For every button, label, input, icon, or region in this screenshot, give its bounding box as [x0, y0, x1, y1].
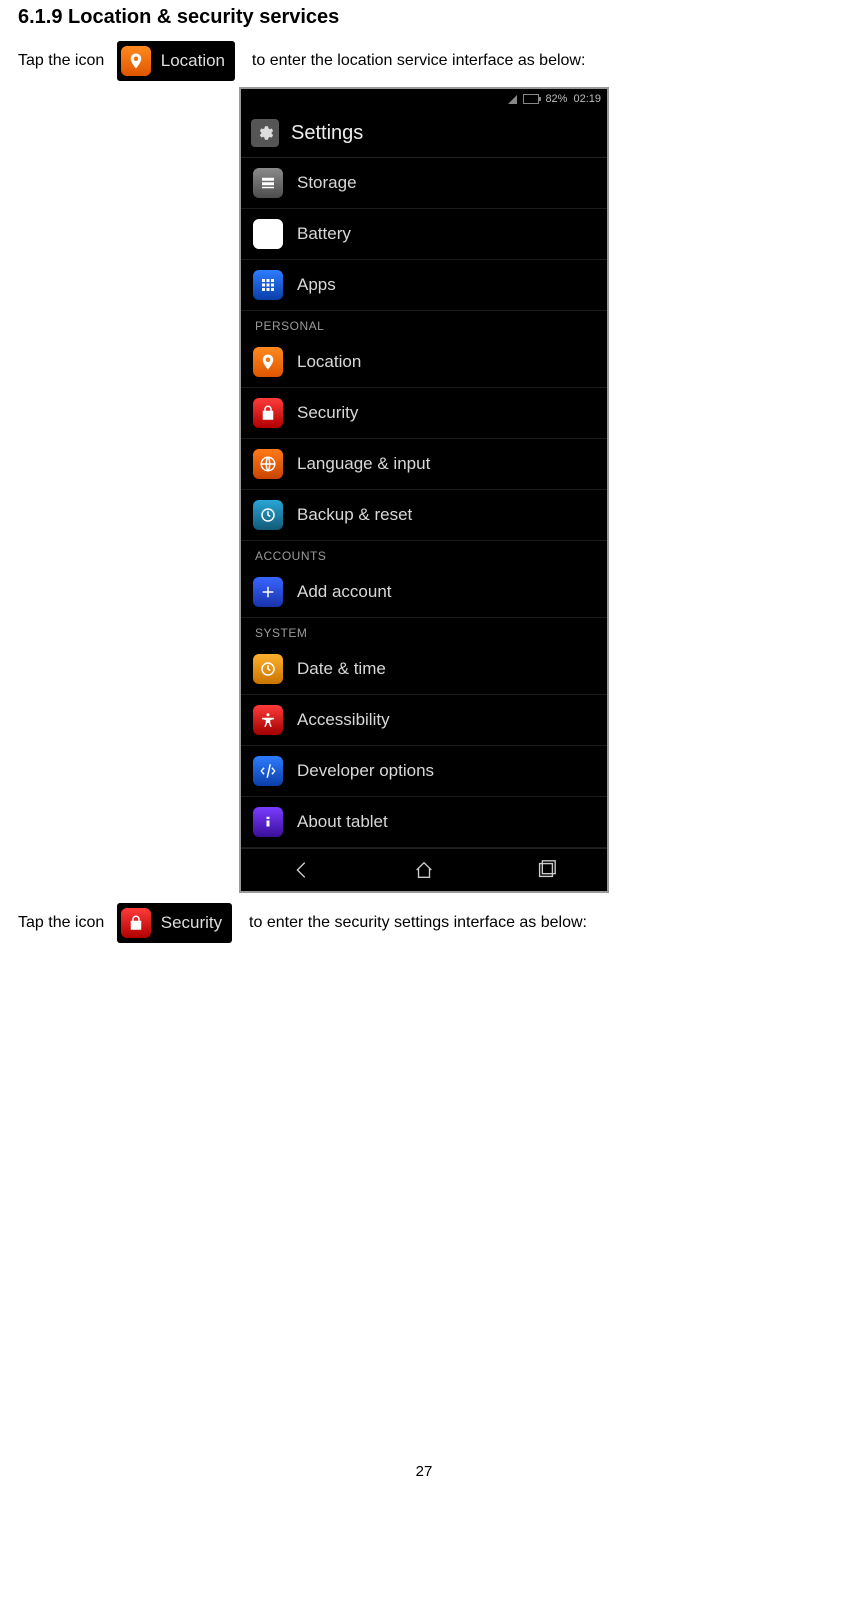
battery-icon: [523, 94, 539, 104]
date-time-icon: [253, 654, 283, 684]
settings-item-language[interactable]: Language & input: [241, 439, 607, 490]
settings-item-date-time[interactable]: Date & time: [241, 644, 607, 695]
location-chip-label: Location: [161, 51, 225, 71]
security-chip: Security: [117, 903, 232, 943]
apps-icon: [253, 270, 283, 300]
category-accounts: ACCOUNTS: [241, 541, 607, 567]
backup-icon: [253, 500, 283, 530]
nav-back-button[interactable]: [282, 857, 322, 883]
category-system: SYSTEM: [241, 618, 607, 644]
signal-icon: [508, 95, 517, 104]
settings-header: Settings: [241, 109, 607, 158]
settings-item-label: Storage: [297, 173, 357, 193]
settings-item-security[interactable]: Security: [241, 388, 607, 439]
settings-item-label: About tablet: [297, 812, 388, 832]
page-number: 27: [18, 1463, 830, 1500]
settings-item-label: Location: [297, 352, 361, 372]
settings-item-battery[interactable]: Battery: [241, 209, 607, 260]
text: to enter the security settings interface…: [240, 914, 587, 932]
section-heading: 6.1.9 Location & security services: [18, 6, 830, 29]
about-icon: [253, 807, 283, 837]
storage-icon: [253, 168, 283, 198]
settings-item-label: Developer options: [297, 761, 434, 781]
location-chip: Location: [117, 41, 235, 81]
security-icon: [121, 908, 151, 938]
settings-title: Settings: [291, 122, 363, 145]
settings-item-label: Language & input: [297, 454, 430, 474]
status-bar: 82% 02:19: [241, 89, 607, 109]
settings-item-label: Backup & reset: [297, 505, 412, 525]
security-chip-label: Security: [161, 913, 222, 933]
text: Tap the icon: [18, 914, 109, 932]
settings-item-label: Date & time: [297, 659, 386, 679]
accessibility-icon: [253, 705, 283, 735]
text: to enter the location service interface …: [243, 52, 585, 70]
settings-item-about[interactable]: About tablet: [241, 797, 607, 848]
clock: 02:19: [573, 93, 601, 105]
settings-item-add-account[interactable]: Add account: [241, 567, 607, 618]
nav-bar: [241, 848, 607, 891]
text: Tap the icon: [18, 52, 109, 70]
location-icon: [121, 46, 151, 76]
instruction-line-security: Tap the icon Security to enter the secur…: [18, 903, 830, 943]
category-personal: PERSONAL: [241, 311, 607, 337]
language-icon: [253, 449, 283, 479]
settings-item-apps[interactable]: Apps: [241, 260, 607, 311]
settings-item-label: Security: [297, 403, 358, 423]
security-icon: [253, 398, 283, 428]
nav-home-button[interactable]: [404, 857, 444, 883]
developer-icon: [253, 756, 283, 786]
settings-item-label: Apps: [297, 275, 336, 295]
battery-icon: [253, 219, 283, 249]
nav-recent-button[interactable]: [526, 857, 566, 883]
settings-item-label: Battery: [297, 224, 351, 244]
settings-item-backup[interactable]: Backup & reset: [241, 490, 607, 541]
add-account-icon: [253, 577, 283, 607]
settings-item-developer[interactable]: Developer options: [241, 746, 607, 797]
settings-item-label: Add account: [297, 582, 392, 602]
settings-item-storage[interactable]: Storage: [241, 158, 607, 209]
settings-item-location[interactable]: Location: [241, 337, 607, 388]
location-icon: [253, 347, 283, 377]
settings-item-accessibility[interactable]: Accessibility: [241, 695, 607, 746]
gear-icon: [251, 119, 279, 147]
instruction-line-location: Tap the icon Location to enter the locat…: [18, 41, 830, 81]
phone-screenshot: 82% 02:19 Settings Storage Battery: [239, 87, 609, 893]
settings-item-label: Accessibility: [297, 710, 390, 730]
battery-percent: 82%: [545, 93, 567, 105]
